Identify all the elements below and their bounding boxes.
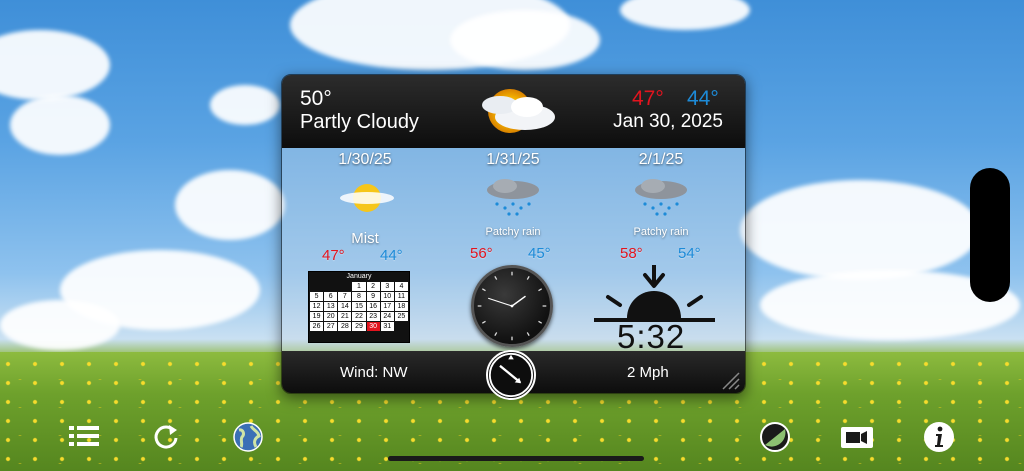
- clock-tick: [526, 275, 530, 280]
- forecast-condition: Mist: [351, 230, 379, 247]
- calendar-day[interactable]: 10: [380, 292, 394, 301]
- forecast-low: 54°: [678, 245, 701, 262]
- calendar-day[interactable]: 11: [394, 292, 408, 301]
- calendar-month: January: [346, 273, 372, 280]
- clock-tick: [481, 288, 486, 292]
- forecast-condition: Patchy rain: [485, 226, 541, 238]
- side-panel-handle[interactable]: [970, 168, 1010, 302]
- calendar-day[interactable]: 26: [310, 322, 324, 331]
- today-low-temp: 44°: [687, 87, 719, 110]
- clock-tick: [538, 320, 543, 324]
- calendar-day[interactable]: 7: [338, 292, 352, 301]
- calendar-day[interactable]: 6: [324, 292, 338, 301]
- calendar-day[interactable]: [394, 322, 408, 331]
- calendar-grid: 1 2 3 4 5 6 7 8 9 10 11 12 13 14 15 16 17 18 19 20 21 22 23 24 2…: [309, 281, 409, 332]
- clock-minute-hand: [488, 297, 513, 307]
- forecast-date: 1/31/25: [486, 151, 540, 168]
- clock-hour-hand: [511, 295, 526, 307]
- wind-direction-compass-icon: [486, 350, 536, 400]
- calendar-day[interactable]: 8: [352, 292, 366, 301]
- video-icon[interactable]: [840, 420, 874, 454]
- clock-tick: [526, 332, 530, 337]
- globe-icon[interactable]: [231, 420, 265, 454]
- weather-widget[interactable]: 50° Partly Cloudy 47° 44° Jan 30, 2025 1…: [281, 74, 746, 394]
- calendar-day[interactable]: 5: [310, 292, 324, 301]
- resize-grip-icon[interactable]: [717, 367, 741, 391]
- menu-list-icon[interactable]: [68, 420, 102, 454]
- calendar-day[interactable]: 20: [324, 312, 338, 321]
- analog-clock: [471, 265, 553, 347]
- forecast-low: 45°: [528, 245, 551, 262]
- calendar-day[interactable]: 18: [394, 302, 408, 311]
- info-icon[interactable]: [922, 420, 956, 454]
- forecast-high: 58°: [620, 245, 643, 262]
- calendar-day[interactable]: 3: [380, 282, 394, 291]
- calendar-day[interactable]: 19: [310, 312, 324, 321]
- calendar-day[interactable]: 15: [352, 302, 366, 311]
- calendar-day[interactable]: 29: [352, 322, 366, 331]
- calendar-day[interactable]: 23: [366, 312, 380, 321]
- today-high-temp: 47°: [632, 87, 664, 110]
- calendar-day[interactable]: 25: [394, 312, 408, 321]
- current-temperature: 50°: [300, 87, 332, 110]
- calendar-day[interactable]: 2: [366, 282, 380, 291]
- calendar-day[interactable]: 22: [352, 312, 366, 321]
- refresh-icon[interactable]: [149, 420, 183, 454]
- calendar-day[interactable]: 31: [380, 322, 394, 331]
- calendar-day[interactable]: 13: [324, 302, 338, 311]
- current-date: Jan 30, 2025: [613, 111, 723, 132]
- calendar-day[interactable]: [324, 282, 338, 291]
- forecast-condition: Patchy rain: [633, 226, 689, 238]
- rain-cloud-icon: [635, 179, 687, 216]
- wind-direction: Wind: NW: [340, 364, 408, 381]
- calendar-day[interactable]: 1: [352, 282, 366, 291]
- calendar-day[interactable]: [338, 282, 352, 291]
- calendar-day[interactable]: 21: [338, 312, 352, 321]
- home-indicator: [388, 456, 644, 461]
- calendar-day[interactable]: 12: [310, 302, 324, 311]
- sun-haze-icon: [340, 184, 394, 212]
- clock-tick: [494, 275, 498, 280]
- calendar-day[interactable]: 28: [338, 322, 352, 331]
- clock-tick: [494, 332, 498, 337]
- calendar-day[interactable]: 30: [366, 322, 380, 331]
- forecast-low: 44°: [380, 247, 403, 264]
- calendar-day[interactable]: 9: [366, 292, 380, 301]
- calendar-day[interactable]: 27: [324, 322, 338, 331]
- calendar-day[interactable]: 17: [380, 302, 394, 311]
- calendar-day[interactable]: 4: [394, 282, 408, 291]
- calendar-day[interactable]: [310, 282, 324, 291]
- calendar-day[interactable]: 14: [338, 302, 352, 311]
- calendar-day[interactable]: 24: [380, 312, 394, 321]
- forecast-high: 47°: [322, 247, 345, 264]
- widget-header: 50° Partly Cloudy 47° 44° Jan 30, 2025: [282, 75, 745, 148]
- clock-tick: [481, 320, 486, 324]
- partly-cloudy-icon: [482, 89, 555, 133]
- forecast-date: 2/1/25: [638, 151, 684, 168]
- forecast-date: 1/30/25: [338, 151, 392, 168]
- rain-cloud-icon: [487, 179, 539, 216]
- forecast-high: 56°: [470, 245, 493, 262]
- theme-icon[interactable]: [758, 420, 792, 454]
- clock-tick: [538, 288, 543, 292]
- calendar-day[interactable]: 16: [366, 302, 380, 311]
- wind-speed: 2 Mph: [627, 364, 669, 381]
- current-condition: Partly Cloudy: [300, 111, 419, 133]
- calendar[interactable]: January 1 2 3 4 5 6 7 8 9 10 11 12 13 14 15 16 17 18 19 20 2…: [308, 271, 410, 343]
